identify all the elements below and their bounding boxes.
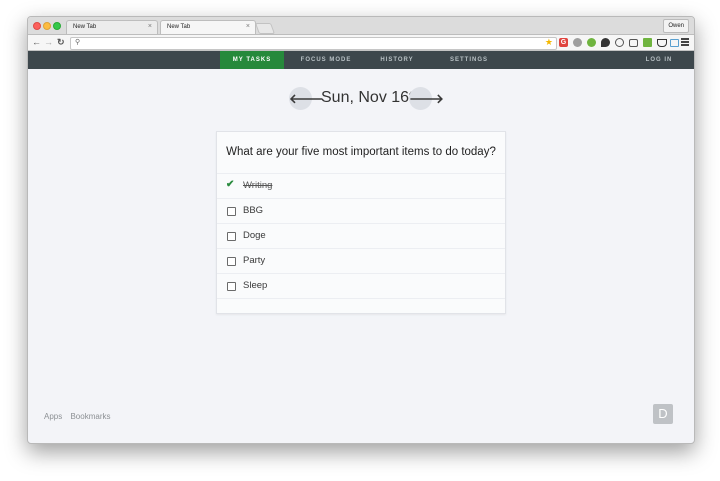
tab-strip: New Tab × New Tab × Owen [28,17,694,35]
task-label: Sleep [243,280,268,291]
footer-links: Apps Bookmarks [44,412,116,421]
extension-d-icon[interactable] [601,38,610,47]
tasks-card: What are your five most important items … [216,131,506,314]
zoom-window-button[interactable] [53,22,61,30]
date-navigator: 🡐 Sun, Nov 16th 🡒 [28,86,694,112]
tab-close-icon[interactable]: × [148,23,152,30]
browser-toolbar: ← → ↻ ⚲ ★ G [28,35,694,51]
tab-title: New Tab [73,24,97,30]
nav-my-tasks[interactable]: MY TASKS [220,51,284,69]
previous-day-button[interactable]: 🡐 [289,87,324,110]
browser-tab-active[interactable]: New Tab × [160,20,256,34]
search-icon: ⚲ [75,39,81,46]
bookmark-star-icon[interactable]: ★ [545,37,553,48]
next-day-button[interactable]: 🡒 [409,87,444,110]
task-checkbox[interactable] [227,232,236,241]
task-label: Party [243,255,266,266]
task-row[interactable]: Doge [217,223,505,249]
new-tab-button[interactable] [254,23,276,34]
task-checkbox[interactable] [227,282,236,291]
close-window-button[interactable] [33,22,41,30]
app-nav-bar: MY TASKS FOCUS MODE HISTORY SETTINGS LOG… [28,51,694,69]
minimize-window-button[interactable] [43,22,51,30]
tab-title: New Tab [167,24,191,30]
nav-settings[interactable]: SETTINGS [440,51,498,69]
browser-window: New Tab × New Tab × Owen ← → ↻ ⚲ ★ G MY … [27,16,695,444]
pocket-icon[interactable] [657,39,667,47]
tab-close-icon[interactable]: × [246,23,250,30]
reload-icon[interactable]: ↻ [57,37,65,48]
extension-g-icon[interactable]: G [559,38,568,47]
evernote-icon[interactable] [587,38,596,47]
cast-icon[interactable] [629,39,638,47]
info-icon[interactable] [615,38,624,47]
arrow-right-icon: 🡒 [409,91,444,106]
address-bar[interactable]: ⚲ ★ [70,37,557,50]
task-row[interactable]: ✔ Writing [217,173,505,199]
nav-history[interactable]: HISTORY [368,51,426,69]
task-checkbox[interactable] [227,257,236,266]
task-row-empty [217,298,505,313]
nav-log-in[interactable]: LOG IN [634,51,684,69]
task-checkbox[interactable] [227,207,236,216]
task-label: Writing [243,180,273,191]
d-badge-button[interactable]: D [653,404,673,424]
messages-icon[interactable] [670,39,679,47]
task-label: BBG [243,205,264,216]
extension-circle-icon[interactable] [573,38,582,47]
task-row[interactable]: Party [217,248,505,274]
apps-link[interactable]: Apps [44,412,62,421]
forward-arrow-icon[interactable]: → [44,37,53,48]
bookmarks-link[interactable]: Bookmarks [70,412,110,421]
profile-button[interactable]: Owen [663,19,689,33]
checkmark-icon[interactable]: ✔ [226,179,234,191]
menu-icon[interactable] [681,38,689,47]
feedly-icon[interactable] [643,38,652,47]
browser-tab[interactable]: New Tab × [66,20,158,34]
task-row[interactable]: Sleep [217,273,505,299]
arrow-left-icon: 🡐 [289,91,324,106]
task-label: Doge [243,230,266,241]
date-title: Sun, Nov 16th [321,89,423,106]
task-row[interactable]: BBG [217,198,505,224]
nav-focus-mode[interactable]: FOCUS MODE [288,51,364,69]
tasks-question: What are your five most important items … [226,146,496,158]
back-arrow-icon[interactable]: ← [32,37,41,48]
